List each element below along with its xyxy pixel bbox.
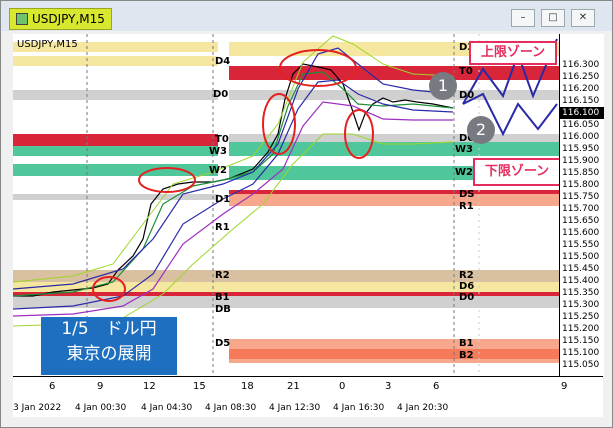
zone-label-d0-right: D0 bbox=[459, 90, 475, 101]
zone-label-d1: D1 bbox=[215, 194, 231, 205]
zone-t0-left bbox=[13, 134, 218, 148]
price-label: 116.050 bbox=[562, 120, 600, 130]
hour-tick: 15 bbox=[193, 381, 206, 392]
zone-label-ds-right: DS bbox=[459, 189, 475, 200]
minimize-icon: – bbox=[520, 12, 526, 23]
price-label: 115.450 bbox=[562, 264, 600, 274]
minimize-button[interactable]: – bbox=[511, 9, 535, 27]
price-label: 116.000 bbox=[562, 132, 600, 142]
price-label: 116.200 bbox=[562, 84, 600, 94]
zone-label-w2: W2 bbox=[209, 165, 227, 176]
hour-tick: 18 bbox=[241, 381, 254, 392]
title-bar[interactable]: USDJPY,M15 – □ ✕ bbox=[1, 1, 612, 31]
zone-d0-left bbox=[13, 90, 218, 100]
zone-w2-left bbox=[13, 164, 218, 176]
hour-tick: 3 bbox=[385, 381, 392, 392]
price-label: 115.650 bbox=[562, 216, 600, 226]
zone-r1 bbox=[229, 192, 559, 206]
zone-label-d0-low-right: D0 bbox=[459, 292, 475, 303]
close-button[interactable]: ✕ bbox=[571, 9, 595, 27]
zone-label-b1-right: B1 bbox=[459, 338, 474, 349]
hour-tick: 9 bbox=[97, 381, 104, 392]
callout-lower-zone: 下限ゾーン bbox=[473, 158, 559, 186]
price-axis[interactable]: 116.300 116.250 116.200 116.150 116.100 … bbox=[559, 34, 604, 376]
price-label: 115.850 bbox=[562, 168, 600, 178]
zone-ds bbox=[229, 190, 559, 194]
price-label: 116.150 bbox=[562, 96, 600, 106]
zone-d4 bbox=[13, 56, 218, 66]
price-label: 115.900 bbox=[562, 156, 600, 166]
zone-label-r1-left: R1 bbox=[215, 222, 230, 233]
price-label: 116.250 bbox=[562, 72, 600, 82]
zone-label-db-left: DB bbox=[215, 304, 231, 315]
info-box-line2: 東京の展開 bbox=[66, 344, 152, 364]
price-label: 115.250 bbox=[562, 312, 600, 322]
zone-label-w3-right: W3 bbox=[455, 144, 473, 155]
info-box-line1: 1/5 ドル円 bbox=[61, 319, 157, 339]
zone-label-b1-left: B1 bbox=[215, 292, 230, 303]
time-axis[interactable]: 6 9 12 15 18 21 0 3 6 9 3 Jan 2022 4 Jan… bbox=[13, 376, 603, 417]
current-price-tag: 116.100 bbox=[560, 107, 604, 119]
zone-label-r1-right: R1 bbox=[459, 201, 474, 212]
price-label: 115.050 bbox=[562, 360, 600, 370]
marker-circle-2: 2 bbox=[467, 116, 495, 144]
price-label: 115.550 bbox=[562, 240, 600, 250]
hour-tick: 0 bbox=[339, 381, 346, 392]
price-label: 115.150 bbox=[562, 336, 600, 346]
date-tick: 4 Jan 12:30 bbox=[269, 403, 321, 413]
window-title: USDJPY,M15 bbox=[32, 12, 105, 26]
zone-label-w2-right: W2 bbox=[455, 167, 473, 178]
date-tick: 4 Jan 08:30 bbox=[205, 403, 257, 413]
window-title-tab[interactable]: USDJPY,M15 bbox=[9, 8, 112, 30]
date-tick: 4 Jan 00:30 bbox=[75, 403, 127, 413]
price-label: 115.100 bbox=[562, 348, 600, 358]
zone-label-w3: W3 bbox=[209, 146, 227, 157]
zone-label-d4: D4 bbox=[215, 56, 231, 67]
hour-tick: 12 bbox=[143, 381, 156, 392]
chart-window: USDJPY,M15 – □ ✕ USDJPY,M15 D4 D0 T0 W3 … bbox=[0, 0, 613, 428]
price-label: 116.300 bbox=[562, 60, 600, 70]
zone-label-d6-low-right: D6 bbox=[459, 281, 475, 292]
price-label: 115.500 bbox=[562, 252, 600, 262]
zone-label-r2-right: R2 bbox=[459, 270, 474, 281]
close-icon: ✕ bbox=[578, 12, 588, 23]
zone-label-b2-right: B2 bbox=[459, 350, 474, 361]
symbol-label: USDJPY,M15 bbox=[17, 39, 78, 50]
hour-tick: 9 bbox=[561, 381, 568, 392]
chart-icon bbox=[16, 13, 28, 25]
date-tick: 4 Jan 04:30 bbox=[141, 403, 193, 413]
date-tick: 4 Jan 16:30 bbox=[333, 403, 385, 413]
price-label: 115.350 bbox=[562, 288, 600, 298]
date-tick: 3 Jan 2022 bbox=[13, 403, 62, 413]
zone-label-d5-left: D5 bbox=[215, 338, 231, 349]
info-box: 1/5 ドル円 東京の展開 bbox=[41, 317, 177, 375]
hour-tick: 6 bbox=[49, 381, 56, 392]
price-chart[interactable]: USDJPY,M15 D4 D0 T0 W3 W2 D1 R1 R2 B1 DB… bbox=[13, 34, 559, 376]
price-label: 115.300 bbox=[562, 300, 600, 310]
price-label: 115.400 bbox=[562, 276, 600, 286]
price-label: 115.800 bbox=[562, 180, 600, 190]
zone-label-t0: T0 bbox=[215, 134, 229, 145]
callout-upper-zone: 上限ゾーン bbox=[469, 41, 557, 65]
zone-label-r2-left: R2 bbox=[215, 270, 230, 281]
marker-circle-1: 1 bbox=[429, 72, 457, 100]
zone-label-d0: D0 bbox=[213, 89, 229, 100]
price-label: 115.950 bbox=[562, 144, 600, 154]
price-label: 115.750 bbox=[562, 192, 600, 202]
price-label: 115.600 bbox=[562, 228, 600, 238]
maximize-button[interactable]: □ bbox=[541, 9, 565, 27]
zone-d1-left bbox=[13, 194, 218, 200]
zone-w3-left bbox=[13, 146, 218, 156]
hour-tick: 6 bbox=[433, 381, 440, 392]
date-tick: 4 Jan 20:30 bbox=[397, 403, 449, 413]
maximize-icon: □ bbox=[548, 12, 558, 23]
zone-b2 bbox=[229, 349, 559, 359]
price-label: 115.700 bbox=[562, 204, 600, 214]
zone-label-t0-right: T0 bbox=[459, 66, 473, 77]
hour-tick: 21 bbox=[287, 381, 300, 392]
price-label: 115.200 bbox=[562, 324, 600, 334]
zone-r2 bbox=[13, 270, 559, 282]
